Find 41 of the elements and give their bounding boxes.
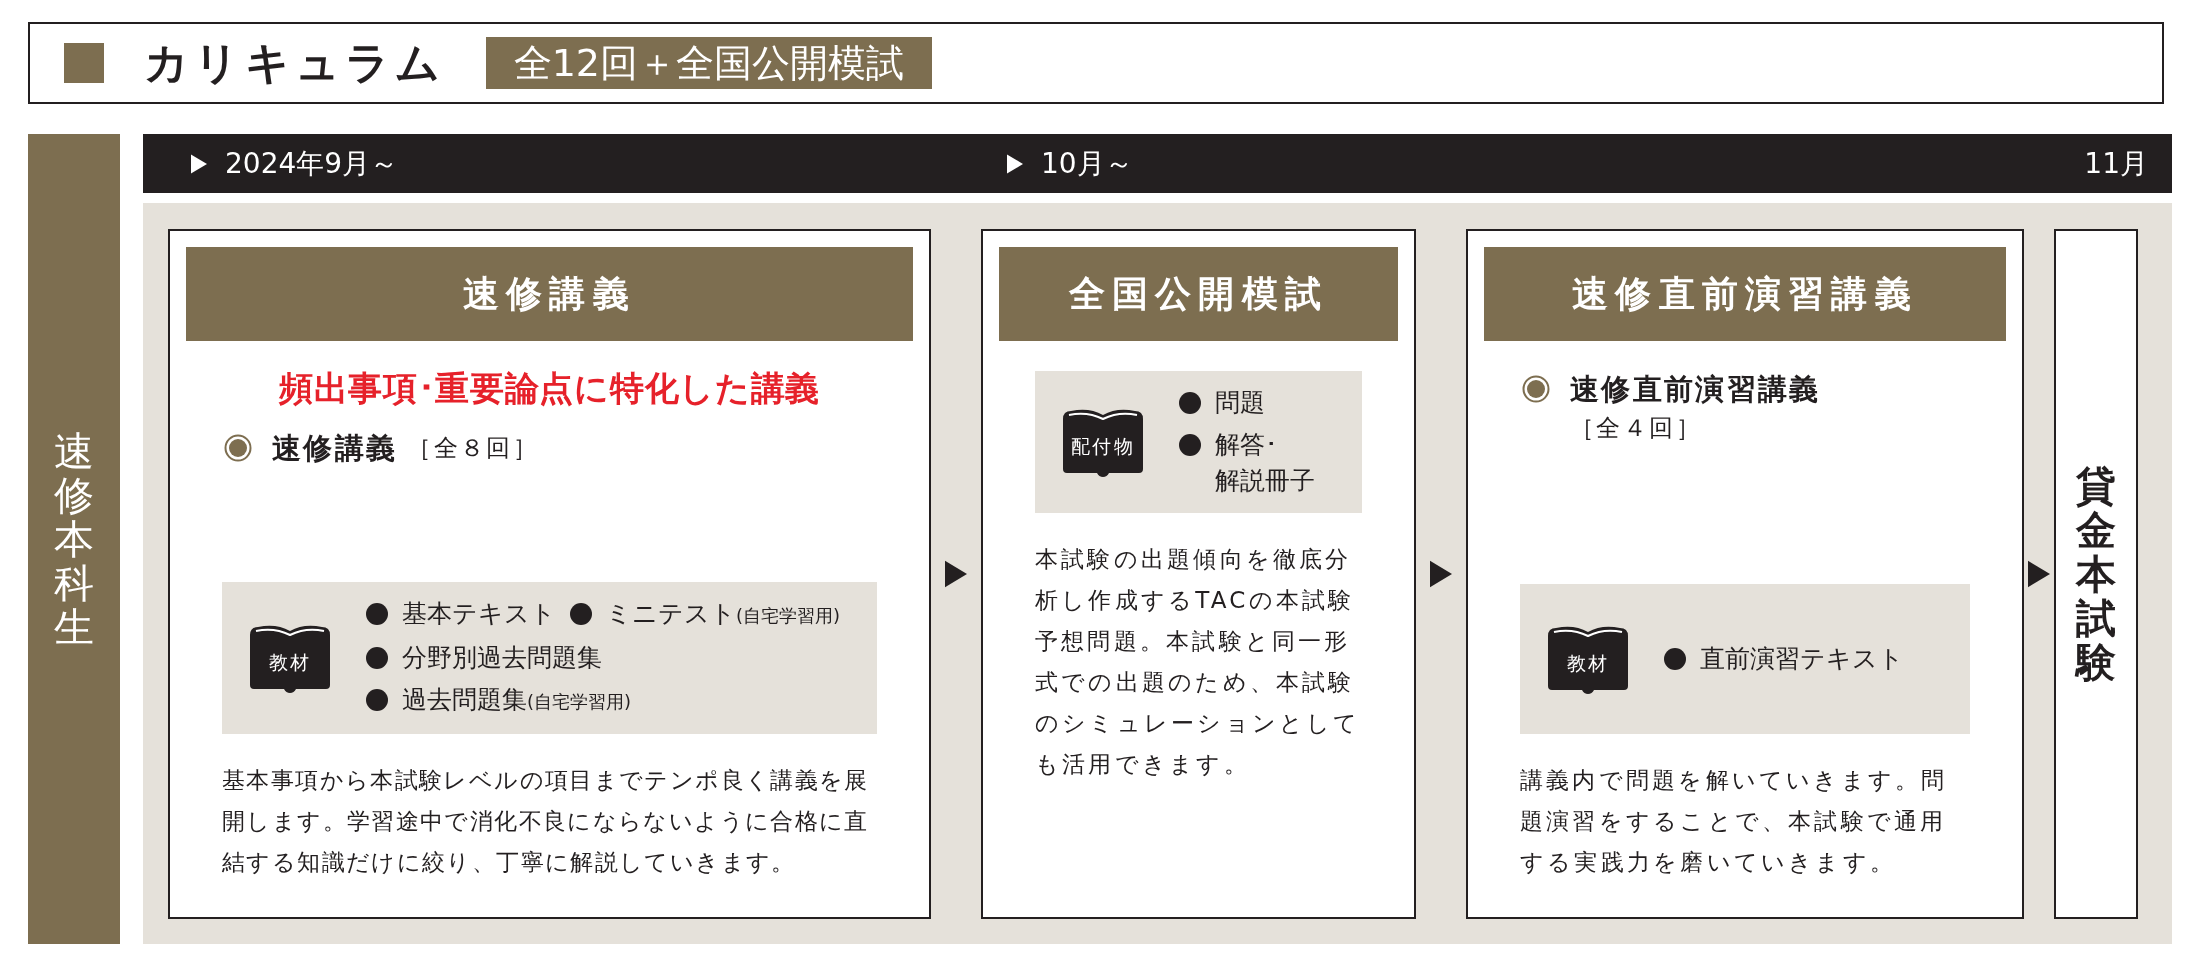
session-count: ［全８回］ (407, 433, 540, 464)
stage-description: 基本事項から本試験レベルの項目までテンポ良く講義を展開します。学習途中で消化不良にならないように合格に直結する知識だけに絞り、丁寧に解説していきます。 (222, 766, 870, 877)
course-label-text: 速修本科生 (54, 429, 94, 649)
timeline-label: 11月 (2084, 145, 2148, 182)
bullet-icon (366, 689, 388, 711)
stage-description: 講義内で問題を解いていきます。問題演習をすることで、本試験で通用する実践力を磨いていきます。 (1520, 766, 1949, 877)
bullet-icon (1664, 648, 1686, 670)
header-badge: 全12回＋全国公開模試 (485, 37, 933, 89)
material-item: 問題 (1215, 387, 1265, 419)
session-count: ［全４回］ (1570, 413, 1703, 444)
bullet-icon (366, 647, 388, 669)
material-item: 解答･ (1215, 429, 1279, 461)
material-item: 過去問題集(自宅学習用) (402, 684, 632, 716)
stage-title: 速修直前演習講義 (1484, 247, 2006, 341)
material-item: 基本テキスト (402, 598, 556, 630)
materials-label: 教材 (1566, 653, 1610, 673)
material-item: 分野別過去問題集 (402, 642, 602, 674)
square-icon (64, 43, 104, 83)
material-item: 解説冊子 (1215, 465, 1315, 497)
play-icon (191, 152, 207, 175)
course-name: 速修直前演習講義 (1570, 371, 1821, 408)
material-item: 直前演習テキスト (1700, 643, 1904, 675)
page-title: カリキュラム (144, 36, 446, 90)
bullet-icon (570, 603, 592, 625)
bullet-icon (1179, 392, 1201, 414)
materials-label: 配付物 (1071, 436, 1135, 456)
course-name: 速修講義 (272, 430, 398, 467)
exam-title: 貸金本試験 (2076, 464, 2116, 684)
timeline-label: 10月～ (1041, 145, 1133, 182)
highlight-text: 頻出事項･重要論点に特化した講義 (279, 367, 820, 410)
materials-label: 教材 (268, 652, 312, 672)
stage-description: 本試験の出題傾向を徹底分析し作成するTACの本試験予想問題。本試験と同一形式での出題のため、本試験のシミュレーションとしても活用できます。 (1035, 545, 1362, 779)
stage-title: 全国公開模試 (999, 247, 1398, 341)
bullet-icon (366, 603, 388, 625)
bullet-icon (1179, 434, 1201, 456)
circle-bullet-icon (1522, 375, 1550, 403)
play-icon (1007, 152, 1023, 175)
material-item: ミニテスト(自宅学習用) (606, 598, 841, 630)
stage-title: 速修講義 (186, 247, 913, 341)
circle-bullet-icon (224, 434, 252, 462)
timeline-label: 2024年9月～ (225, 145, 399, 182)
